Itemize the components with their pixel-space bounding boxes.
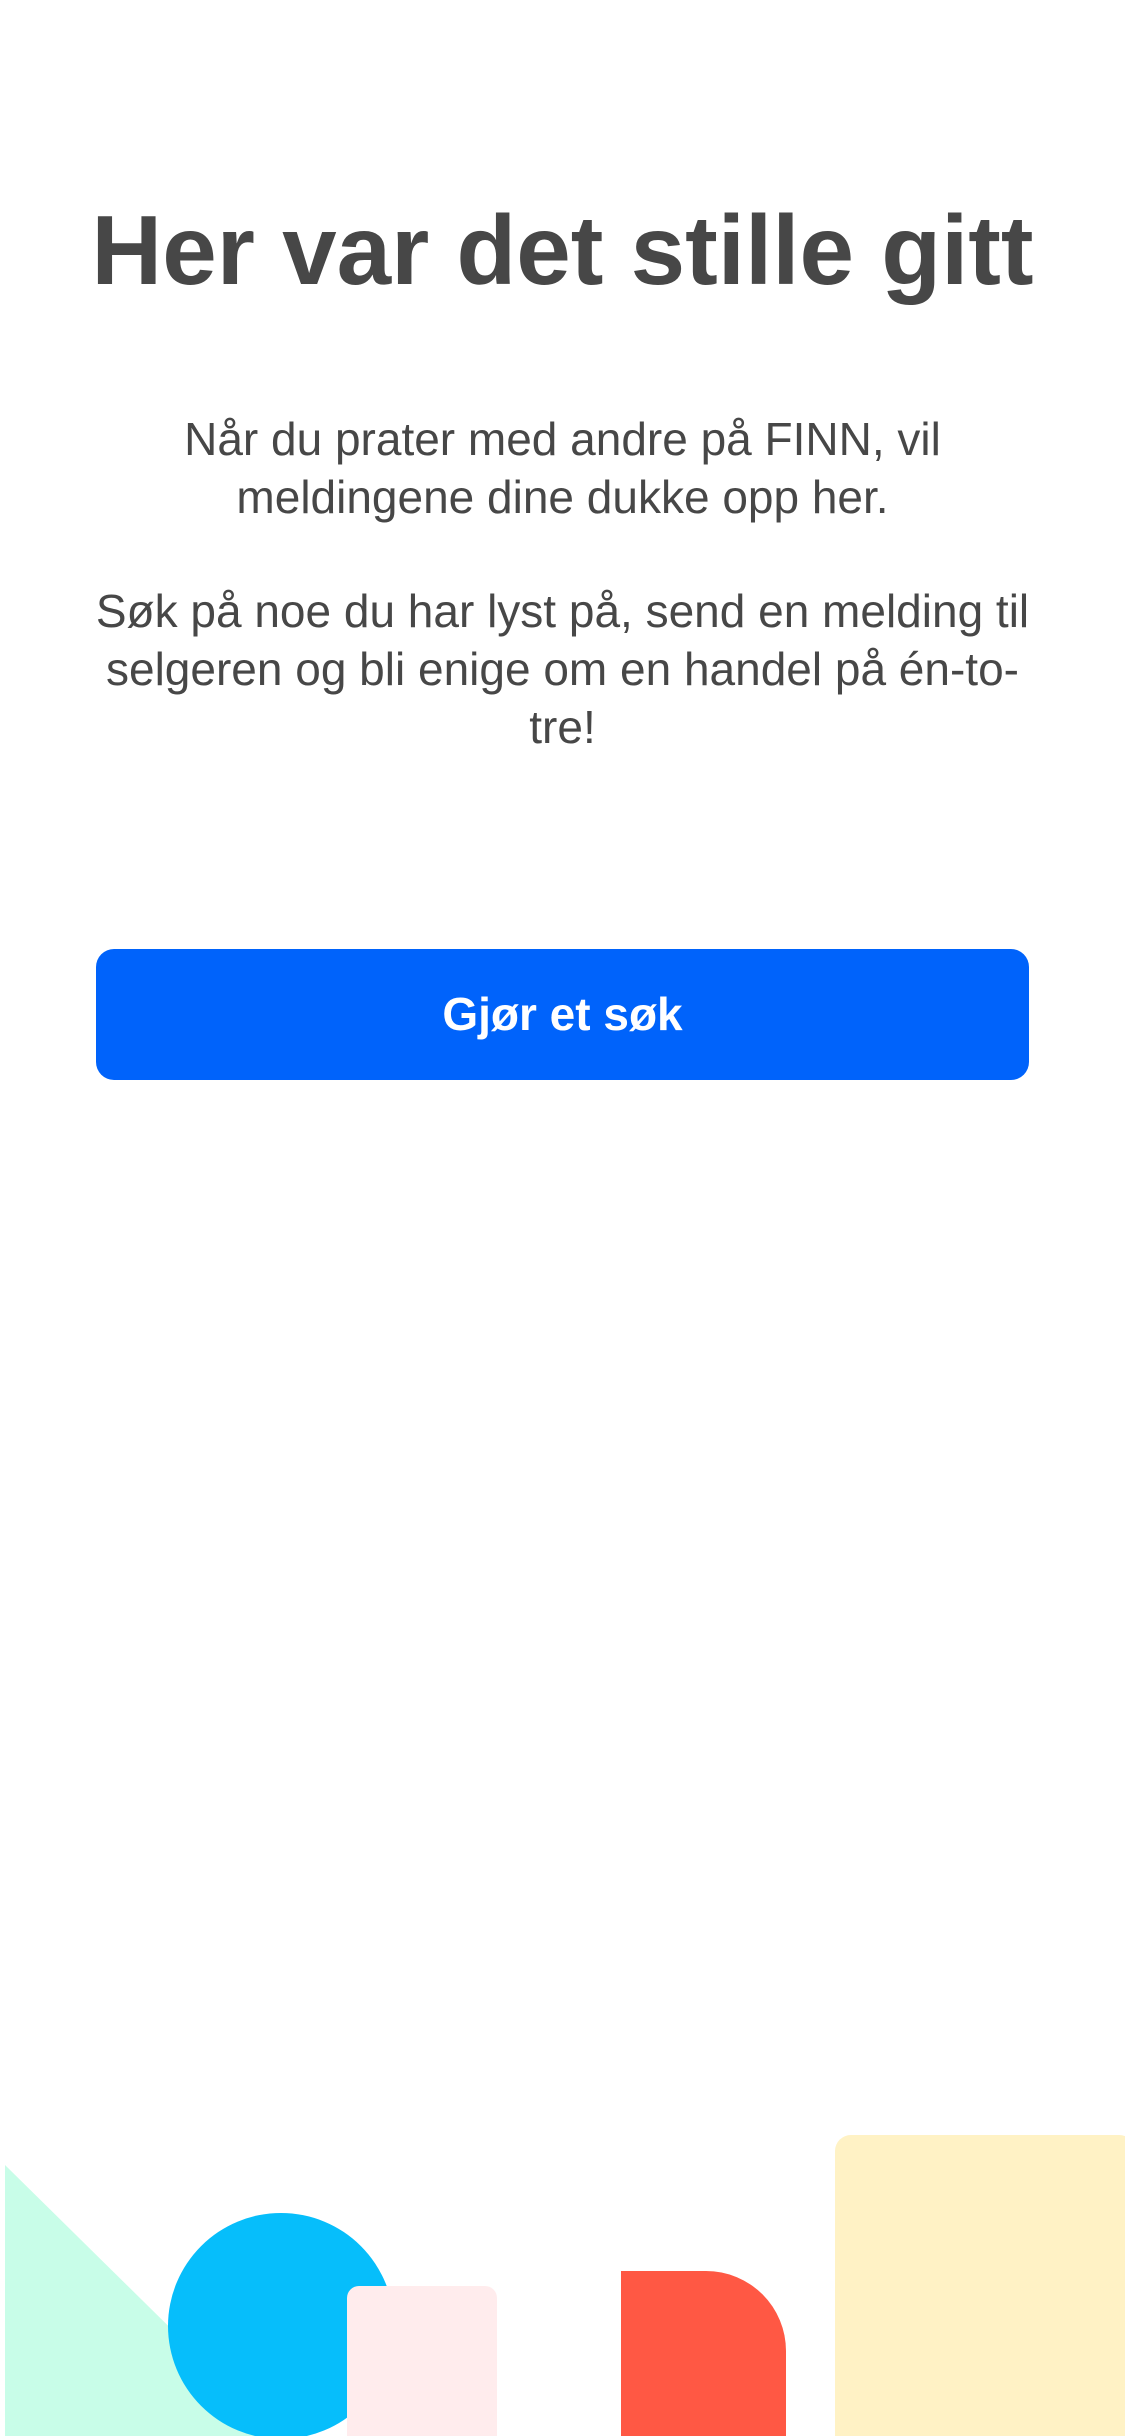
messages-empty-screen: Her var det stille gitt Når du prater me… [0,0,1125,2436]
empty-state-hint: Søk på noe du har lyst på, send en meldi… [95,585,1030,753]
empty-state-title: Her var det stille gitt [91,195,1034,305]
pink-rectangle-shape [347,2286,497,2436]
yellow-rectangle-shape [835,2135,1125,2436]
search-button[interactable]: Gjør et søk [96,949,1029,1080]
decorative-shapes-illustration [5,2135,1125,2436]
empty-state-description: Når du prater med andre på FINN, vil mel… [184,413,941,523]
red-rounded-shape [621,2271,786,2436]
